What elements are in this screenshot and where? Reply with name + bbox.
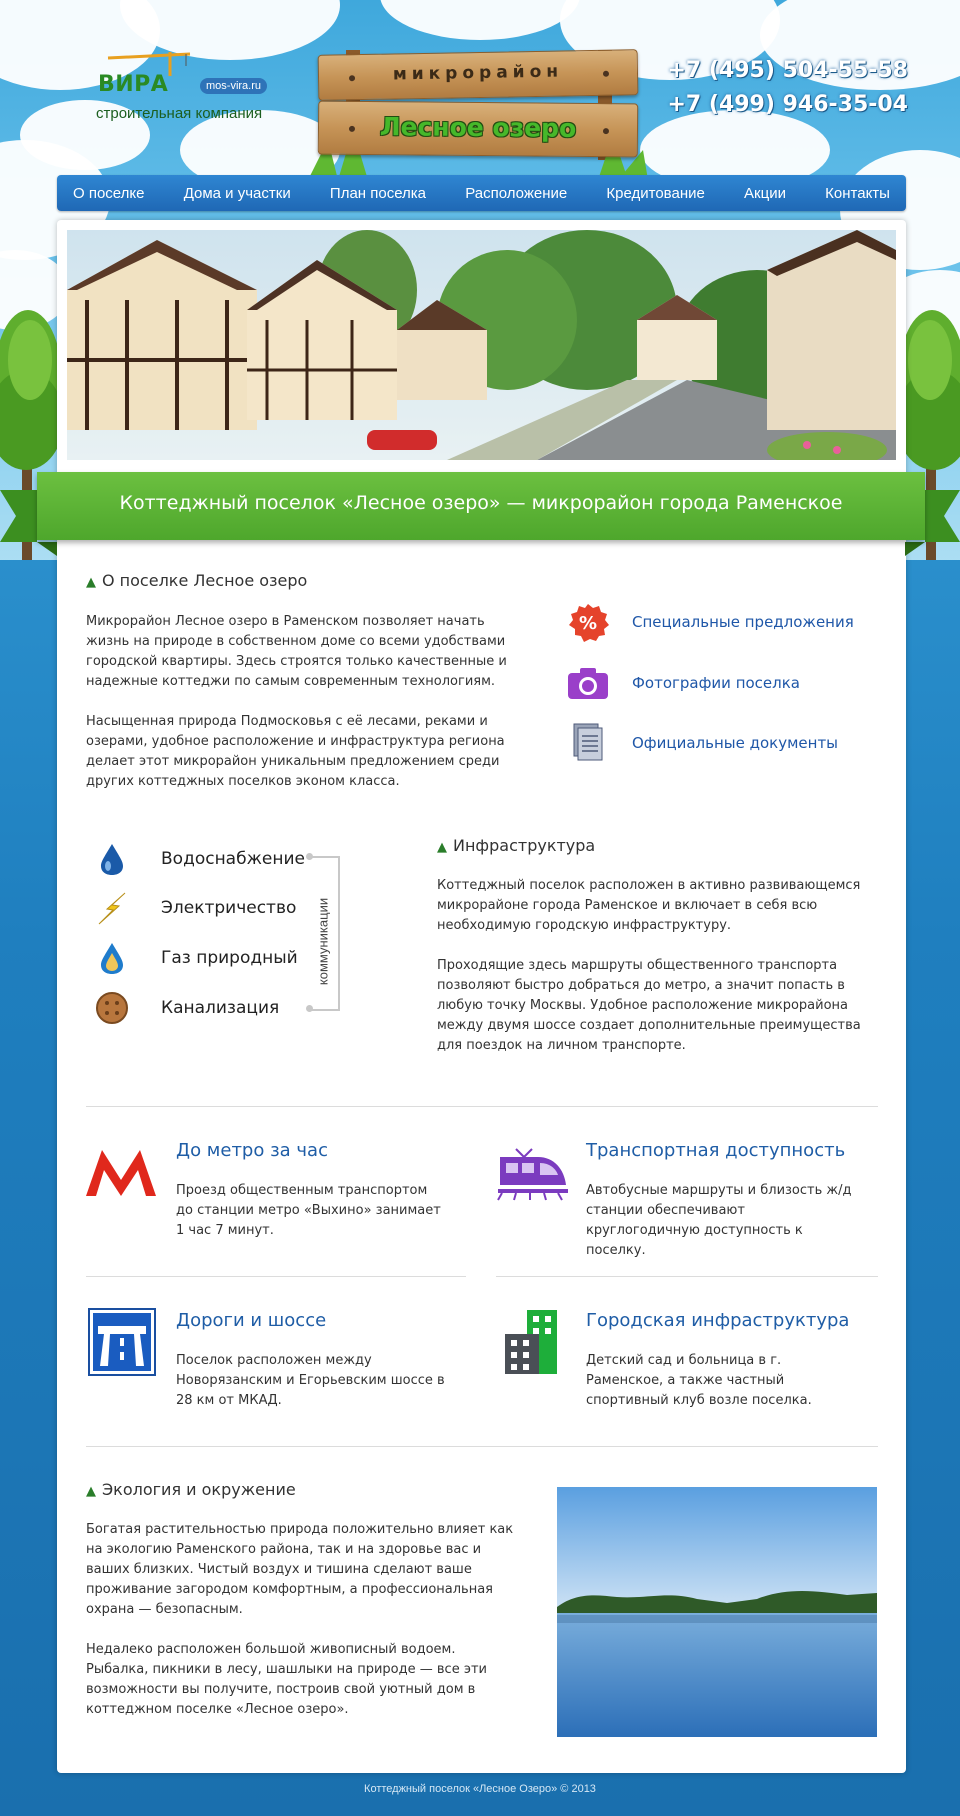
about-paragraph-2: Насыщенная природа Подмосковья с её леса… [86, 714, 505, 789]
feature-title-transport: Транспортная доступность [586, 1140, 846, 1161]
hero-image [67, 230, 896, 460]
about-text: Микрорайон Лесное озеро в Раменском позв… [86, 612, 526, 792]
nav-item-plan[interactable]: План поселка [330, 185, 426, 202]
nav-item-credit[interactable]: Кредитование [606, 185, 704, 202]
lightning-icon [98, 892, 126, 925]
documents-icon [573, 723, 603, 761]
phone-block: +7 (495) 504-55-58 +7 (499) 946-35-04 [667, 54, 908, 122]
about-paragraph-1: Микрорайон Лесное озеро в Раменском позв… [86, 614, 507, 689]
feature-text-metro: Проезд общественным транспортом до станц… [176, 1183, 441, 1238]
feature-title-roads: Дороги и шоссе [176, 1310, 327, 1331]
water-drop-icon [101, 844, 123, 875]
communications-label: коммуникации [315, 897, 331, 986]
metro-icon [86, 1150, 156, 1196]
infrastructure-paragraph-2: Проходящие здесь маршруты общественного … [437, 958, 861, 1053]
link-special-offers-label[interactable]: Специальные предложения [632, 613, 854, 631]
nav-item-promo[interactable]: Акции [744, 185, 786, 202]
link-documents-label[interactable]: Официальные документы [632, 734, 838, 752]
title-ribbon: Коттеджный поселок «Лесное озеро» — микр… [37, 472, 925, 540]
gas-drop-icon [101, 943, 123, 974]
divider [86, 1446, 878, 1447]
nav-item-contacts[interactable]: Контакты [825, 185, 890, 202]
percent-icon: % [569, 604, 609, 642]
district-sign: микрорайон Лесное озеро [308, 30, 648, 180]
pine-icon: ▲ [86, 575, 96, 590]
lake-photo [557, 1487, 877, 1737]
feature-text-city-infra: Детский сад и больница в г. Раменское, а… [586, 1353, 812, 1408]
ecology-heading: ▲ Экология и окружение [86, 1480, 296, 1499]
utility-water: Водоснабжение [95, 842, 305, 876]
ecology-text: Богатая растительностью природа положите… [86, 1520, 516, 1720]
footer-copyright: Коттеджный поселок «Лесное Озеро» © 2013 [364, 1783, 596, 1795]
divider [86, 1106, 878, 1107]
about-heading: ▲ О поселке Лесное озеро [86, 571, 308, 590]
highway-sign-icon [88, 1308, 156, 1376]
infrastructure-paragraph-1: Коттеджный поселок расположен в активно … [437, 878, 861, 933]
link-special-offers[interactable]: % Специальные предложения [566, 602, 854, 642]
divider [86, 1276, 466, 1277]
pine-icon: ▲ [86, 1484, 96, 1499]
feature-title-metro: До метро за час [176, 1140, 328, 1161]
sewer-hatch-icon [96, 992, 128, 1024]
utility-sewer: Канализация [95, 991, 279, 1025]
ecology-paragraph-1: Богатая растительностью природа положите… [86, 1522, 514, 1617]
nav-item-houses[interactable]: Дома и участки [184, 185, 291, 202]
divider [496, 1276, 878, 1277]
ribbon-title: Коттеджный поселок «Лесное озеро» — микр… [119, 492, 843, 514]
sign-line1: микрорайон [392, 61, 564, 85]
buildings-icon [505, 1310, 557, 1374]
link-photos[interactable]: Фотографии поселка [566, 663, 800, 703]
svg-text:%: % [579, 613, 597, 634]
logo-subtitle: строительная компания [96, 105, 263, 122]
utility-gas: Газ природный [95, 941, 298, 975]
camera-icon [568, 668, 608, 699]
feature-text-roads: Поселок расположен между Новорязанским и… [176, 1353, 445, 1408]
logo-word: ВИРА [98, 72, 169, 97]
phone-2[interactable]: +7 (499) 946-35-04 [667, 88, 908, 122]
main-nav: О поселке Дома и участки План поселка Ра… [57, 175, 906, 211]
infrastructure-text: Коттеджный поселок расположен в активно … [437, 876, 877, 1056]
link-documents[interactable]: Официальные документы [566, 722, 838, 764]
pine-icon: ▲ [437, 840, 447, 855]
feature-text-transport: Автобусные маршруты и близость ж/д станц… [586, 1183, 852, 1258]
nav-item-about[interactable]: О поселке [73, 185, 144, 202]
logo-site-badge[interactable]: mos-vira.ru [200, 78, 268, 94]
infrastructure-heading: ▲ Инфраструктура [437, 836, 596, 855]
feature-title-city-infra: Городская инфраструктура [586, 1310, 850, 1331]
sign-line2: Лесное озеро [379, 112, 577, 143]
company-logo[interactable]: ВИРА mos-vira.ru строительная компания [96, 50, 276, 130]
link-photos-label[interactable]: Фотографии поселка [632, 674, 800, 692]
train-icon [497, 1148, 568, 1201]
utility-electricity: Электричество [95, 891, 296, 925]
phone-1[interactable]: +7 (495) 504-55-58 [667, 54, 908, 88]
nav-item-location[interactable]: Расположение [465, 185, 567, 202]
ecology-paragraph-2: Недалеко расположен большой живописный в… [86, 1642, 487, 1717]
